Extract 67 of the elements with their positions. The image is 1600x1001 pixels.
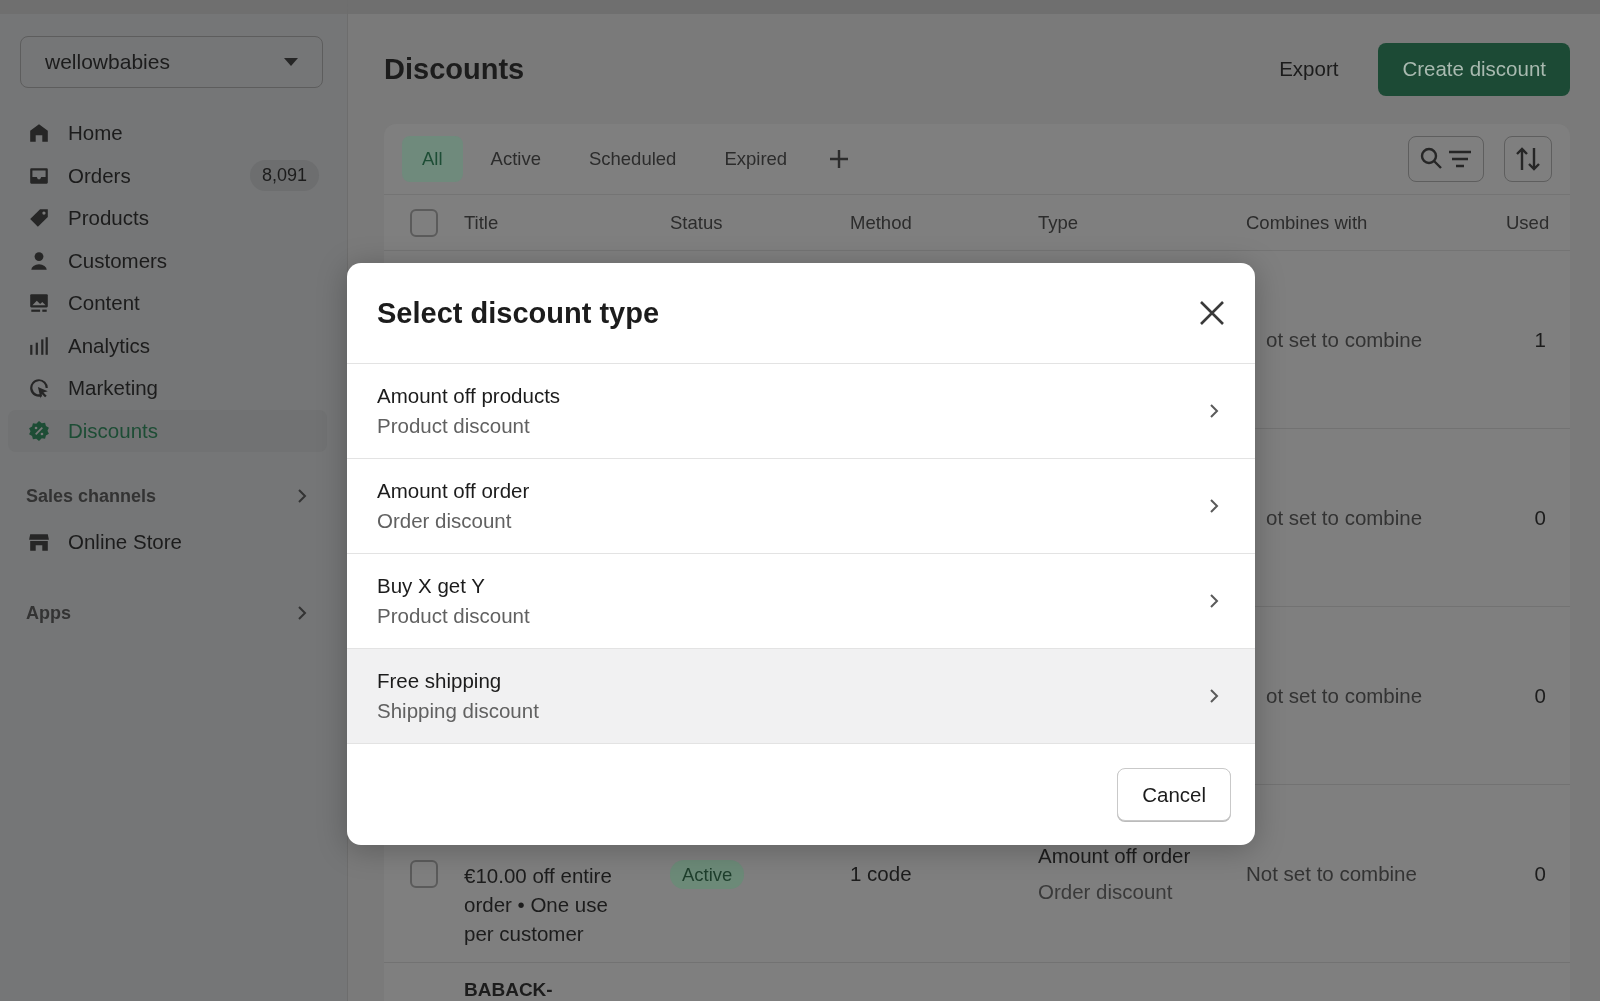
table-cell-text: 1 <box>1533 327 1547 352</box>
discount-type-option[interactable]: Amount off products Product discount <box>347 364 1255 459</box>
close-icon[interactable] <box>1199 300 1225 326</box>
nav-item[interactable]: Products <box>8 197 327 239</box>
column-header: Method <box>850 211 913 234</box>
search-filter-button[interactable] <box>1408 136 1484 182</box>
store-selector[interactable]: wellowbabies <box>20 36 323 88</box>
cancel-button[interactable]: Cancel <box>1117 768 1231 821</box>
filter-tab[interactable]: Expired <box>704 136 808 182</box>
table-cell-text: ot set to combine <box>1265 683 1424 708</box>
nav-item[interactable]: Content <box>8 282 327 324</box>
table-cell-text: ot set to combine <box>1265 505 1424 530</box>
nav-item[interactable]: Customers <box>8 239 327 282</box>
tag-icon <box>28 207 50 229</box>
nav-item[interactable]: Orders 8,091 <box>8 154 327 197</box>
nav-item[interactable]: Discounts <box>8 409 327 452</box>
percent-icon <box>28 419 50 442</box>
table-cell-text: ot set to combine <box>1265 327 1424 352</box>
table-cell-text: 0 <box>1533 861 1547 886</box>
bars-icon <box>28 334 50 357</box>
nav-item[interactable]: Marketing <box>8 367 327 409</box>
export-button[interactable]: Export <box>1255 42 1363 96</box>
add-icon[interactable] <box>829 149 850 169</box>
chevron-icon <box>1209 593 1219 609</box>
select-all-checkbox[interactable] <box>410 208 438 237</box>
section-header[interactable]: Sales channels <box>26 485 307 507</box>
discount-type-option[interactable]: Free shipping Shipping discount <box>347 649 1255 744</box>
nav-item[interactable]: Home <box>8 112 327 154</box>
sort-button[interactable] <box>1504 136 1552 182</box>
chevron-icon <box>1209 403 1219 419</box>
table-cell-text: Order discount <box>1038 879 1174 904</box>
table-cell-text: BABACK- <box>464 979 554 1001</box>
caret-icon <box>284 58 298 66</box>
status-badge: Active <box>670 859 745 889</box>
modal-title: Select discount type <box>377 296 659 330</box>
column-header: Title <box>464 211 500 234</box>
filter-tab[interactable]: Active <box>470 136 561 182</box>
filter-tab[interactable]: Scheduled <box>568 136 697 182</box>
chevron-icon <box>1209 498 1219 514</box>
column-header: Type <box>1038 211 1080 234</box>
table-cell-text: 1 code <box>850 861 913 886</box>
target-icon <box>28 377 50 399</box>
sort-icon <box>1515 146 1541 172</box>
table-cell-text: Not set to combine <box>1246 861 1418 886</box>
image-icon <box>28 292 50 314</box>
discount-type-option[interactable]: Amount off order Order discount <box>347 459 1255 554</box>
chevron-icon <box>1209 688 1219 704</box>
column-header: Status <box>670 211 724 234</box>
section-header[interactable]: Apps <box>26 602 307 624</box>
create-discount-button[interactable]: Create discount <box>1378 42 1570 96</box>
discount-type-option[interactable]: Buy X get Y Product discount <box>347 554 1255 649</box>
page-title: Discounts <box>384 52 526 86</box>
column-header: Used <box>1506 211 1551 234</box>
table-cell-text: 0 <box>1533 683 1547 708</box>
nav-item[interactable]: Analytics <box>8 324 327 367</box>
count-badge: 8,091 <box>249 160 319 191</box>
table-cell-text: €10.00 off entire order • One use per customer <box>464 863 613 947</box>
chevron-icon <box>297 605 307 621</box>
person-icon <box>28 249 50 272</box>
table-cell-text: 0 <box>1533 505 1547 530</box>
table-cell-text: Amount off order <box>1038 843 1192 868</box>
nav-item[interactable]: Online Store <box>8 520 327 563</box>
row-checkbox[interactable] <box>410 859 438 888</box>
column-header: Combines with <box>1246 211 1369 234</box>
home-icon <box>28 122 50 144</box>
chevron-icon <box>297 488 307 504</box>
filter-tab[interactable]: All <box>402 136 463 182</box>
